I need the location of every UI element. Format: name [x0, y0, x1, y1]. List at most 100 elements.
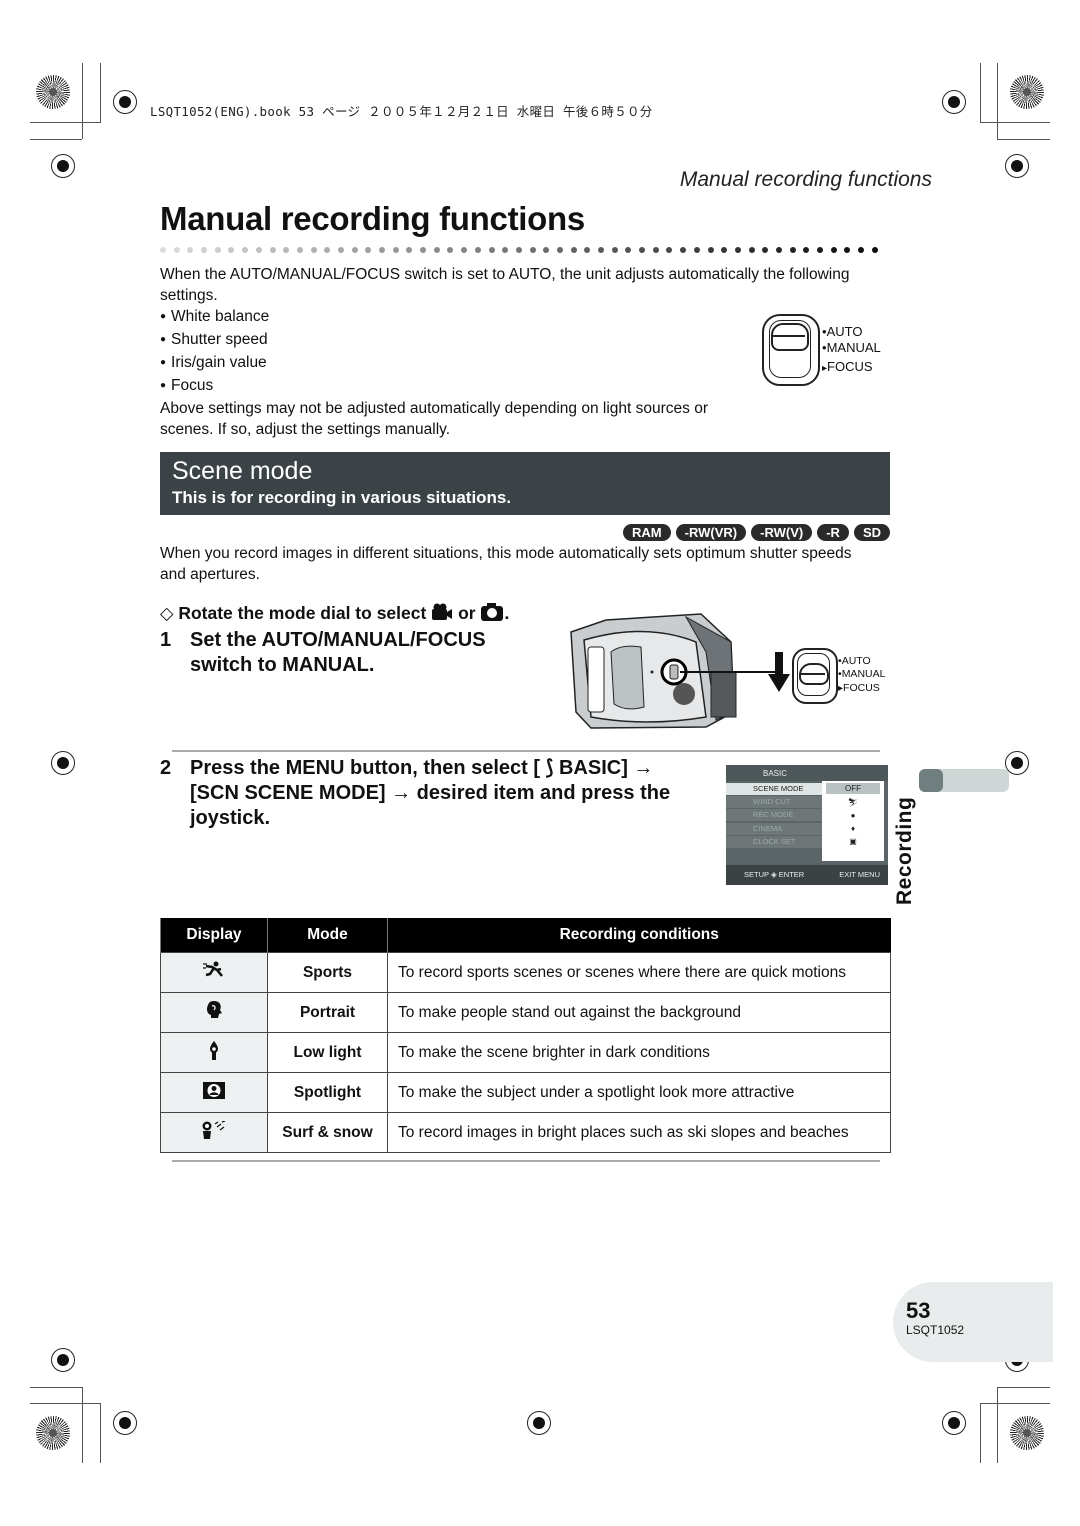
rule-dot	[529, 247, 536, 253]
title-dotted-rule	[160, 240, 892, 253]
side-tab-marker	[919, 769, 943, 792]
table-row: Low light To make the scene brighter in …	[160, 1032, 891, 1073]
registration-target-icon	[113, 90, 137, 114]
bullet-item: Shutter speed	[160, 329, 860, 352]
crop-mark	[997, 1387, 1050, 1388]
crop-mark	[997, 139, 1050, 140]
menu-screen-illustration: BASIC SCENE MODE WIND CUT REC MODE CINEM…	[726, 765, 888, 885]
rule-dot	[474, 247, 481, 253]
spotlight-icon: ▣	[849, 837, 857, 846]
media-badge: -RW(VR)	[675, 524, 747, 541]
page-number: 53	[906, 1298, 931, 1323]
section-subtitle: This is for recording in various situati…	[172, 488, 512, 507]
rule-dot	[748, 247, 755, 253]
rule-dot	[611, 247, 618, 253]
rule-dot	[598, 247, 604, 253]
mode-name: Portrait	[267, 992, 388, 1033]
low-light-icon	[160, 1032, 268, 1073]
rule-dot	[570, 247, 577, 253]
registration-target-icon	[51, 1348, 75, 1372]
column-header-conditions: Recording conditions	[387, 918, 891, 953]
rule-dot	[324, 247, 331, 253]
crop-mark	[30, 139, 82, 140]
media-badges: RAM -RW(VR) -RW(V) -R SD	[623, 524, 890, 541]
rule-dot	[652, 247, 659, 253]
rule-dot	[762, 247, 769, 253]
intro-paragraph: When the AUTO/MANUAL/FOCUS switch is set…	[160, 266, 850, 304]
rule-dot	[187, 247, 194, 253]
bullet-item: Iris/gain value	[160, 352, 860, 375]
auto-manual-focus-switch-illustration: AUTO MANUAL FOCUS	[762, 314, 902, 386]
crop-mark	[30, 1403, 100, 1404]
media-badge: SD	[853, 524, 890, 541]
rule-dot	[803, 247, 810, 253]
column-header-display: Display	[160, 918, 268, 953]
registration-target-icon	[942, 1411, 966, 1435]
intro-text: When the AUTO/MANUAL/FOCUS switch is set…	[160, 264, 860, 440]
media-badge: -RW(V)	[751, 524, 813, 541]
rule-dot	[201, 247, 208, 253]
crop-mark	[100, 63, 101, 123]
menu-options: OFF ⛷ ● ♦ ▣	[822, 781, 884, 861]
registration-target-icon	[527, 1411, 551, 1435]
menu-footer-right: EXIT MENU	[839, 870, 880, 879]
media-badge: -R	[817, 524, 849, 541]
registration-target-icon	[51, 154, 75, 178]
section-paragraph: When you record images in different situ…	[160, 545, 852, 583]
mode-name: Low light	[267, 1032, 388, 1073]
step-2-line-1: Press the MENU button, then select [ ⟆ B…	[190, 757, 654, 779]
print-header: LSQT1052(ENG).book 53 ページ ２００５年１２月２１日 水曜…	[150, 104, 653, 119]
switch-label-auto: AUTO	[838, 655, 885, 668]
step-2: 2 Press the MENU button, then select [ ⟆ …	[160, 756, 700, 831]
registration-burst-icon	[36, 1416, 70, 1450]
rule-dot	[680, 247, 687, 253]
rule-dot	[502, 247, 509, 253]
scene-mode-table: Display Mode Recording conditions Sports…	[160, 918, 891, 1153]
crop-mark	[980, 1403, 981, 1463]
switch-label-manual: MANUAL	[822, 340, 881, 356]
step-number: 1	[160, 629, 172, 651]
crop-mark	[100, 1403, 101, 1463]
running-head: Manual recording functions	[679, 168, 932, 191]
rule-dot	[734, 247, 741, 253]
rule-dot	[337, 247, 344, 253]
portrait-icon	[160, 992, 268, 1033]
mode-name: Sports	[267, 952, 388, 993]
mode-name: Spotlight	[267, 1072, 388, 1113]
registration-target-icon	[51, 751, 75, 775]
mode-condition: To make the scene brighter in dark condi…	[387, 1032, 891, 1073]
step-number: 2	[160, 757, 172, 779]
rule-dot	[639, 247, 646, 253]
step-1-line-2: switch to MANUAL.	[190, 654, 375, 676]
rule-dot	[844, 247, 851, 253]
mode-condition: To make people stand out against the bac…	[387, 992, 891, 1033]
still-camera-icon	[481, 603, 504, 621]
rule-dot	[296, 247, 303, 253]
registration-burst-icon	[1010, 1416, 1044, 1450]
rule-dot	[693, 247, 700, 253]
registration-target-icon	[1005, 751, 1029, 775]
menu-footer: SETUP ◈ ENTER EXIT MENU	[726, 865, 888, 885]
rule-dot	[584, 247, 591, 253]
bullet-item: Focus	[160, 375, 860, 398]
callout-line	[680, 671, 780, 673]
crop-mark	[980, 122, 1050, 123]
rule-dot	[310, 247, 317, 253]
rule-dot	[433, 247, 440, 253]
crop-mark	[82, 63, 83, 139]
video-camera-icon	[432, 603, 453, 620]
bullet-item: White balance	[160, 306, 860, 329]
section-title: Scene mode	[172, 457, 313, 485]
rule-dot	[775, 247, 782, 253]
rule-dot	[160, 247, 166, 253]
spotlight-icon	[160, 1072, 268, 1113]
surf-snow-icon	[160, 1112, 268, 1153]
rule-dot	[283, 247, 290, 253]
column-header-mode: Mode	[267, 918, 388, 953]
rule-dot	[543, 247, 550, 253]
rule-dot	[666, 247, 673, 253]
page-title: Manual recording functions	[160, 200, 585, 237]
switch-manual-position-illustration: AUTO MANUAL FOCUS	[792, 648, 902, 704]
rule-dot	[173, 247, 180, 253]
rule-dot	[461, 247, 468, 253]
